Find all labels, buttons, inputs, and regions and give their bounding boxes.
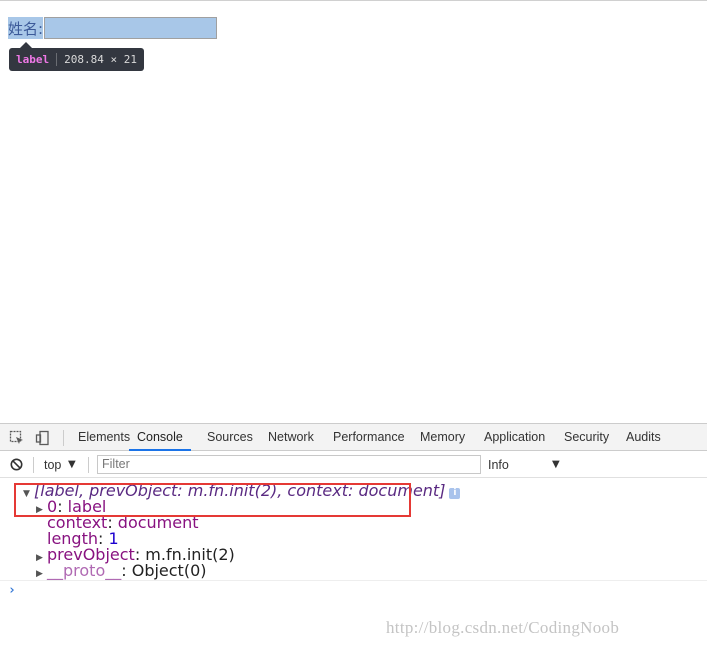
console-entry-proto[interactable]: ▶ __proto__: Object(0) xyxy=(36,561,207,580)
toolbar-divider xyxy=(63,430,64,446)
tab-performance[interactable]: Performance xyxy=(333,424,405,451)
device-toolbar-icon[interactable] xyxy=(35,430,51,446)
window-top-border xyxy=(0,0,707,1)
name-input[interactable] xyxy=(44,17,217,39)
watermark-text: http://blog.csdn.net/CodingNoob xyxy=(386,618,620,637)
tab-sources[interactable]: Sources xyxy=(207,424,253,451)
tab-elements[interactable]: Elements xyxy=(78,424,130,451)
context-dropdown-arrow-icon[interactable]: ▼ xyxy=(68,456,76,474)
tab-console[interactable]: Console xyxy=(129,424,191,451)
level-dropdown-arrow-icon[interactable]: ▼ xyxy=(552,456,560,474)
tab-audits[interactable]: Audits xyxy=(626,424,661,451)
tab-network[interactable]: Network xyxy=(268,424,314,451)
tooltip-dimensions: 208.84 × 21 xyxy=(64,53,137,66)
inspect-element-icon[interactable] xyxy=(9,430,25,446)
console-prompt-divider xyxy=(0,580,707,581)
info-icon: i xyxy=(449,488,461,499)
console-filter-input[interactable]: Filter xyxy=(97,455,481,474)
context-selector[interactable]: top xyxy=(44,456,61,474)
console-prompt-icon[interactable]: › xyxy=(8,583,16,598)
tab-application[interactable]: Application xyxy=(484,424,545,451)
tab-security[interactable]: Security xyxy=(564,424,609,451)
tooltip-tag-name: label xyxy=(16,53,50,66)
console-filterbar: top ▼ Filter Info ▼ xyxy=(0,451,707,478)
filterbar-divider-2 xyxy=(88,457,89,473)
inspect-tooltip: label 208.84 × 21 xyxy=(9,42,144,71)
devtools-tabbar: Elements Console Sources Network Perform… xyxy=(0,423,707,451)
name-label: 姓名: xyxy=(8,17,44,39)
entry-value: Object(0) xyxy=(131,561,207,580)
tab-memory[interactable]: Memory xyxy=(420,424,465,451)
red-highlight-annotation xyxy=(14,483,411,517)
clear-console-icon[interactable] xyxy=(10,458,23,471)
tooltip-divider xyxy=(56,53,58,66)
log-level-selector[interactable]: Info xyxy=(488,456,509,474)
entry-key: __proto__ xyxy=(47,561,122,580)
filterbar-divider xyxy=(33,457,34,473)
